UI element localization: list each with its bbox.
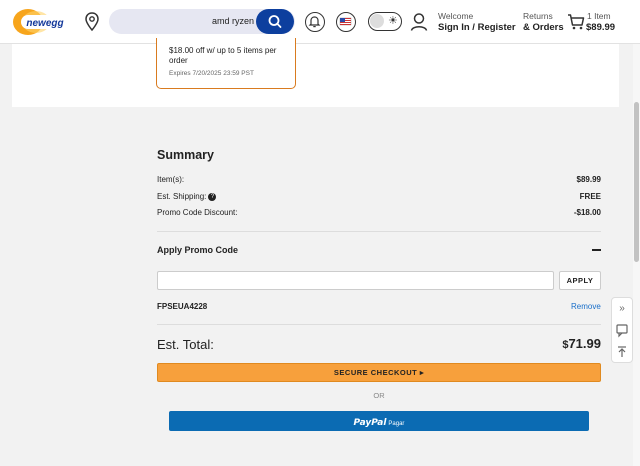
shipping-value: FREE <box>579 192 601 201</box>
secure-checkout-button[interactable]: SECURE CHECKOUT ▸ <box>157 363 601 382</box>
scrollbar[interactable] <box>633 44 640 466</box>
side-tools: » <box>611 297 633 363</box>
cart-icon[interactable] <box>567 13 585 31</box>
cart-total[interactable]: $89.99 <box>586 22 615 33</box>
help-icon[interactable]: ? <box>208 192 217 201</box>
divider <box>157 231 601 232</box>
divider <box>157 324 601 325</box>
paypal-logo: PayPal <box>353 418 387 428</box>
country-selector[interactable] <box>336 12 356 32</box>
paypal-button[interactable]: PayPal Pagar <box>169 411 589 431</box>
arrow-up-icon <box>618 346 626 357</box>
location-pin-icon[interactable] <box>85 12 99 32</box>
coupon-expiry: Expires 7/20/2025 23:59 PST <box>169 70 254 77</box>
search-icon <box>268 15 282 28</box>
items-label: Item(s): <box>157 175 185 184</box>
coupon-card[interactable]: $18.00 off w/ up to 5 items per order Ex… <box>156 38 296 89</box>
sun-icon: ☀ <box>388 15 398 27</box>
signin-link[interactable]: Sign In / Register <box>438 22 516 33</box>
back-to-top-icon[interactable] <box>612 342 632 362</box>
feedback-icon[interactable] <box>612 320 632 340</box>
user-icon[interactable] <box>410 12 428 32</box>
promo-title: Apply Promo Code <box>157 245 239 255</box>
returns-text: Returns <box>523 11 553 21</box>
shipping-label-text: Est. Shipping: <box>157 192 207 201</box>
coupon-panel: $18.00 off w/ up to 5 items per order Ex… <box>12 38 619 107</box>
promo-code-input[interactable] <box>157 271 554 290</box>
notifications-button[interactable] <box>305 12 325 32</box>
search-input[interactable]: amd ryzen <box>212 16 254 26</box>
apply-button[interactable]: APPLY <box>559 271 601 290</box>
shipping-label: Est. Shipping:? <box>157 192 217 201</box>
search-button[interactable] <box>256 9 294 34</box>
total-amount: 71.99 <box>568 336 601 351</box>
collapse-minus-icon[interactable] <box>592 249 601 251</box>
remove-promo-link[interactable]: Remove <box>571 302 601 311</box>
discount-value: -$18.00 <box>573 208 601 217</box>
cart-count: 1 Item <box>587 11 611 21</box>
applied-promo-code: FPSEUA4228 <box>157 302 208 311</box>
items-value: $89.99 <box>576 175 601 184</box>
total-value: $71.99 <box>562 336 601 351</box>
site-header: newegg amd ryzen ☀ Welcome Sign In / Reg… <box>0 0 640 44</box>
logo-text: newegg <box>26 18 63 29</box>
newegg-logo[interactable]: newegg <box>12 7 74 37</box>
collapse-icon[interactable]: » <box>612 299 632 319</box>
total-label: Est. Total: <box>157 337 214 352</box>
theme-toggle[interactable]: ☀ <box>368 12 402 31</box>
welcome-text: Welcome <box>438 11 474 21</box>
or-separator: OR <box>373 391 385 400</box>
bell-icon <box>308 16 321 28</box>
scrollbar-thumb[interactable] <box>634 102 639 262</box>
toggle-knob <box>370 14 384 28</box>
paypal-sub-label: Pagar <box>388 421 405 427</box>
summary-title: Summary <box>157 148 214 162</box>
coupon-description: $18.00 off w/ up to 5 items per order <box>169 46 277 65</box>
orders-link[interactable]: & Orders <box>523 22 564 33</box>
us-flag-icon <box>339 17 352 26</box>
chat-bubble-icon <box>616 324 628 338</box>
discount-label: Promo Code Discount: <box>157 208 238 217</box>
